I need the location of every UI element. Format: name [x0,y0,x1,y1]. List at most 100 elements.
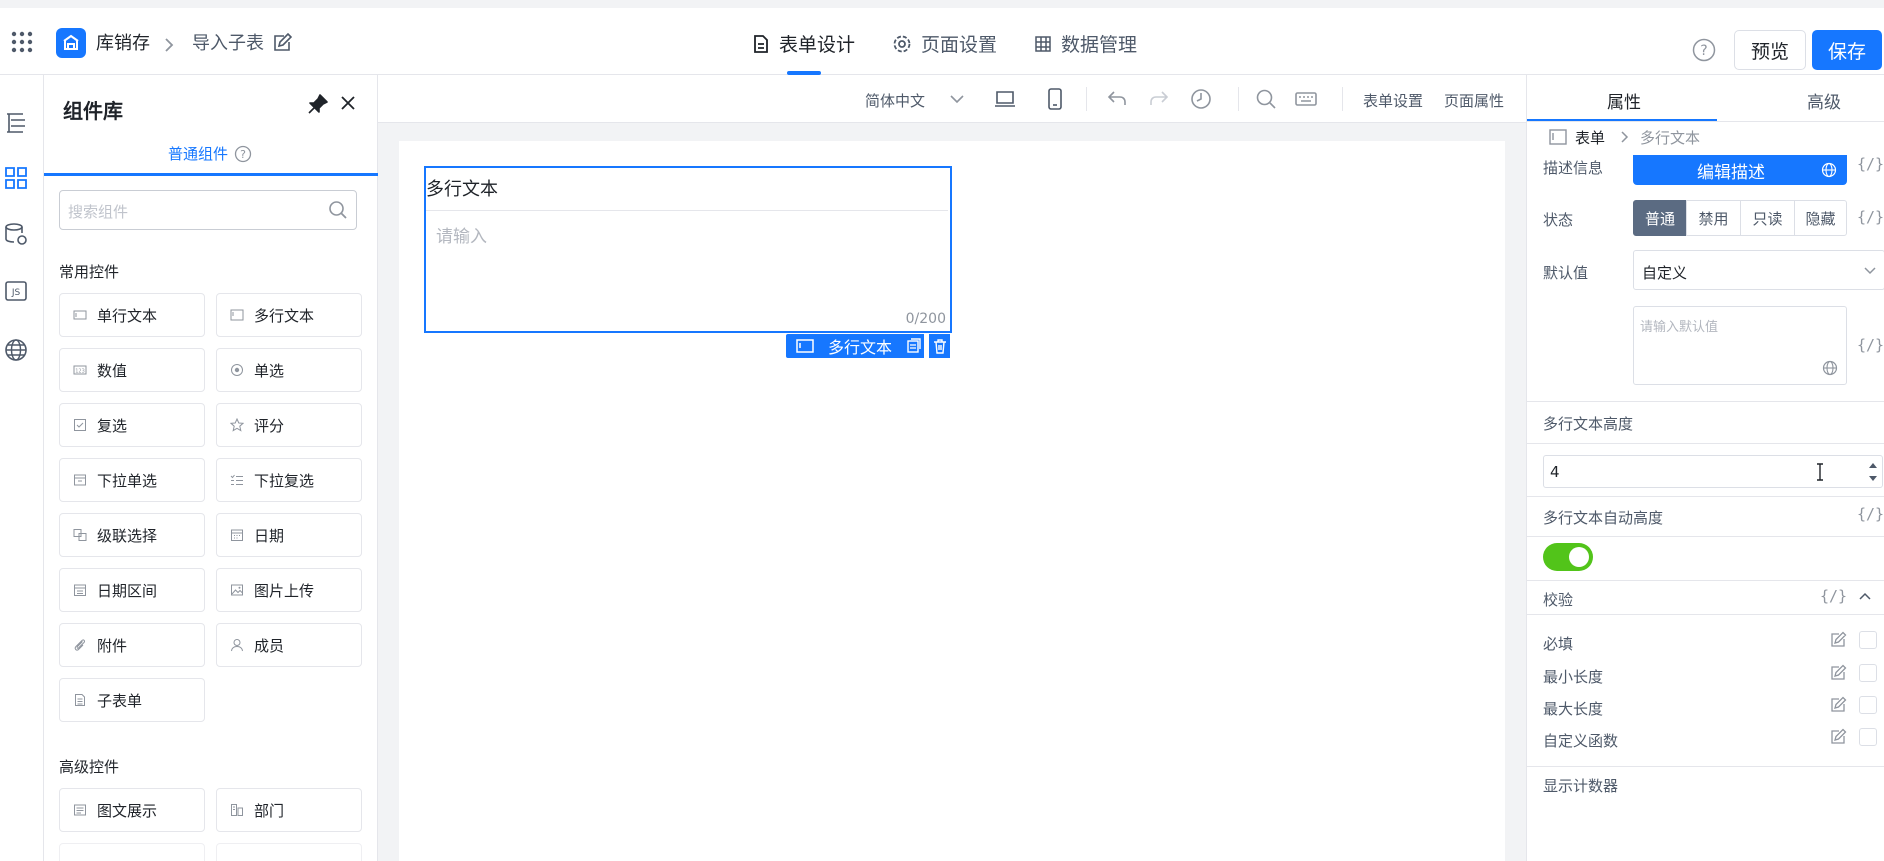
desktop-icon[interactable] [993,87,1017,111]
undo-icon[interactable] [1105,87,1129,111]
code-binding-icon[interactable]: {/} [1820,587,1847,605]
data-source-icon[interactable] [3,221,29,247]
edit-icon[interactable] [1829,631,1847,649]
search-icon[interactable] [1254,87,1278,111]
apps-grid-icon[interactable] [11,31,33,53]
component-radio[interactable]: 单选 [216,348,362,392]
select-value: 自定义 [1642,264,1688,282]
divider [1527,580,1884,581]
code-binding-icon[interactable]: {/} [1857,336,1884,354]
component-department[interactable]: 部门 [216,788,362,832]
svg-text:?: ? [240,148,246,161]
tab-page-settings[interactable]: 页面设置 [892,30,997,57]
code-binding-icon[interactable]: {/} [1857,208,1884,226]
globe-icon[interactable] [1822,360,1838,376]
mobile-icon[interactable] [1043,87,1067,111]
grid-icon [1035,35,1051,52]
edit-icon[interactable] [1829,664,1847,682]
textarea-field-selected[interactable]: 多行文本 请输入 0/200 [424,166,952,333]
tab-common-components[interactable]: 普通组件 ? [168,143,252,164]
component-rating[interactable]: 评分 [216,403,362,447]
component-subform[interactable]: 子表单 [59,678,205,722]
multi-line-text-icon [230,309,244,321]
component-member[interactable]: 成员 [216,623,362,667]
components-icon[interactable] [3,165,29,191]
auto-height-switch[interactable] [1543,543,1593,571]
history-icon[interactable] [1189,87,1213,111]
status-option-normal[interactable]: 普通 [1633,200,1687,236]
rule-max-length-checkbox[interactable] [1859,696,1877,714]
code-binding-icon[interactable]: {/} [1857,155,1884,173]
component-label: 附件 [97,636,128,655]
edit-icon[interactable] [1829,728,1847,746]
default-value-textarea[interactable]: 请输入默认值 [1633,306,1847,385]
stepper-arrows-icon[interactable] [1868,459,1878,485]
component-partial-2[interactable] [216,843,362,861]
js-code-icon[interactable]: JS [3,278,29,304]
toolbar-divider [1342,87,1343,111]
chevron-down-icon [1864,267,1876,275]
app-name[interactable]: 库销存 [96,32,150,56]
tab-properties[interactable]: 属性 [1607,88,1641,113]
component-multi-line-text[interactable]: 多行文本 [216,293,362,337]
help-icon[interactable]: ? [1692,38,1716,62]
preview-button[interactable]: 预览 [1734,30,1806,70]
delete-field-button[interactable] [929,334,950,358]
component-partial-1[interactable] [59,843,205,861]
save-button[interactable]: 保存 [1812,30,1882,70]
rule-custom-function-checkbox[interactable] [1859,728,1877,746]
default-mode-select[interactable]: 自定义 [1633,250,1884,290]
rule-required-checkbox[interactable] [1859,631,1877,649]
rule-min-length: 最小长度 [1543,668,1604,686]
top-header: 库销存 导入子表 表单设计 页面设置 数据管理 ? 预览 保存 [0,0,1884,75]
component-cascader[interactable]: 级联选择 [59,513,205,557]
component-date-range[interactable]: 日期区间 [59,568,205,612]
pin-icon[interactable] [307,93,329,115]
app-logo-icon [56,28,86,58]
edit-description-button[interactable]: 编辑描述 [1633,155,1847,185]
advanced-controls-title: 高级控件 [59,758,120,776]
page-name[interactable]: 导入子表 [192,32,264,56]
component-checkbox[interactable]: 复选 [59,403,205,447]
height-number-input[interactable]: 4 [1543,455,1883,488]
component-rich-display[interactable]: 图文展示 [59,788,205,832]
outline-tree-icon[interactable] [3,109,29,135]
form-settings-link[interactable]: 表单设置 [1363,90,1423,111]
component-date[interactable]: 日期 [216,513,362,557]
edit-icon[interactable] [1829,696,1847,714]
component-search-input[interactable]: 搜索组件 [59,190,357,230]
component-attachment[interactable]: 附件 [59,623,205,667]
breadcrumb-root[interactable]: 表单 [1575,127,1605,148]
component-single-line-text[interactable]: 单行文本 [59,293,205,337]
language-select[interactable]: 简体中文 [865,90,925,111]
chevron-down-icon[interactable] [945,87,969,111]
tab-advanced[interactable]: 高级 [1807,88,1841,113]
component-image-upload[interactable]: 图片上传 [216,568,362,612]
desc-label: 描述信息 [1543,159,1604,177]
redo-icon[interactable] [1147,87,1171,111]
page-props-link[interactable]: 页面属性 [1444,90,1504,111]
textarea-placeholder[interactable]: 请输入 [436,222,487,247]
tab-data-management[interactable]: 数据管理 [1034,30,1137,57]
close-icon[interactable] [339,94,357,112]
keyboard-icon[interactable] [1294,87,1318,111]
status-option-hidden[interactable]: 隐藏 [1794,200,1847,236]
calendar-icon [231,529,243,541]
component-number[interactable]: 123 数值 [59,348,205,392]
edit-icon[interactable] [272,33,292,53]
tab-form-design[interactable]: 表单设计 [752,30,855,57]
search-icon[interactable] [328,200,348,220]
chevron-up-icon[interactable] [1857,589,1873,605]
rule-min-length-checkbox[interactable] [1859,664,1877,682]
component-dropdown-single[interactable]: 下拉单选 [59,458,205,502]
show-counter-title: 显示计数器 [1543,777,1619,795]
globe-icon[interactable] [3,337,29,363]
checklist-icon [230,474,243,485]
copy-field-button[interactable] [903,334,924,358]
help-icon[interactable]: ? [234,145,252,163]
selected-field-tag[interactable]: 多行文本 [786,334,908,358]
status-option-readonly[interactable]: 只读 [1740,200,1795,236]
component-dropdown-multi[interactable]: 下拉复选 [216,458,362,502]
status-option-disabled[interactable]: 禁用 [1686,200,1741,236]
code-binding-icon[interactable]: {/} [1857,505,1884,523]
